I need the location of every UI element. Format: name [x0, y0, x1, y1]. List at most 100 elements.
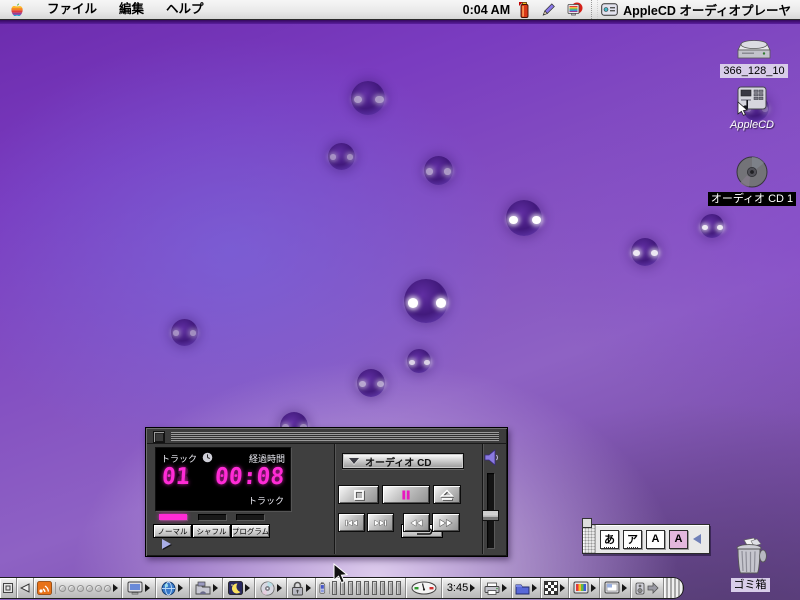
palette-collapse-icon[interactable]: [693, 534, 701, 544]
file-sharing-icon: [195, 581, 211, 595]
shared-folder-module[interactable]: [512, 578, 541, 598]
internet-module[interactable]: [156, 578, 190, 598]
color-depth-module[interactable]: [569, 578, 600, 598]
resolution-module[interactable]: [600, 578, 631, 598]
menu-edit[interactable]: 編集: [108, 0, 155, 19]
lcd-display: トラック 経過時間 88 01 88:88 00:08 トラック: [155, 447, 291, 511]
lcd-track-number: 01: [161, 464, 191, 490]
desktop-pattern-module[interactable]: [541, 578, 570, 598]
close-box-icon[interactable]: [153, 431, 165, 443]
module-arrow-icon: [213, 584, 218, 592]
cd-icon: [260, 581, 275, 596]
module-arrow-icon: [306, 584, 311, 592]
trash-label: ゴミ箱: [731, 578, 770, 592]
hard-drive-icon: [736, 38, 772, 62]
halfwidth-roman-button[interactable]: A: [669, 530, 688, 549]
normal-mode-button[interactable]: ノーマル: [153, 524, 192, 538]
menu-help[interactable]: ヘルプ: [155, 0, 215, 19]
titlebar-stripes: [171, 432, 499, 441]
fast-forward-button[interactable]: [432, 513, 460, 532]
hiragana-mode-button[interactable]: あ: [600, 530, 619, 549]
application-menu[interactable]: AppleCD オーディオプレーヤ: [601, 0, 800, 19]
battery-monitor-module[interactable]: [316, 578, 406, 598]
monitors-menu-icon[interactable]: [566, 2, 583, 18]
desktop-icon-audio-cd[interactable]: オーディオ CD 1: [714, 156, 790, 206]
pause-icon: [400, 489, 412, 501]
katakana-mode-button[interactable]: ア: [623, 530, 642, 549]
volume-slider-thumb[interactable]: [482, 510, 499, 521]
globe-icon: [161, 581, 176, 596]
eject-icon: [440, 489, 454, 501]
energy-saver-module[interactable]: [223, 578, 255, 598]
cd-player-app-icon: [601, 3, 618, 16]
stop-button[interactable]: [338, 485, 379, 504]
resolution-monitor-icon: [604, 581, 620, 595]
palette-drag-handle[interactable]: [583, 525, 596, 553]
module-arrow-icon: [113, 584, 118, 592]
module-arrow-icon: [560, 584, 565, 592]
control-strip-end-tab[interactable]: [664, 578, 683, 598]
panel-divider: [334, 444, 335, 554]
rewind-button[interactable]: [403, 513, 430, 532]
sound-module[interactable]: [631, 578, 664, 598]
palette-close-box[interactable]: [582, 518, 592, 528]
battery-menu-icon[interactable]: [519, 2, 530, 18]
folder-icon: [515, 582, 530, 595]
desktop-icon-hard-drive[interactable]: 366_128_10: [726, 38, 782, 78]
apple-menu-icon[interactable]: [10, 2, 24, 18]
wallpaper-bubble: [351, 81, 385, 115]
menu-file[interactable]: ファイル: [36, 0, 108, 19]
speaker-icon: [483, 449, 501, 466]
trash-icon: [728, 538, 772, 576]
player-title-bar[interactable]: [147, 429, 506, 444]
fast-forward-icon: [439, 518, 453, 528]
wallpaper-bubble: [506, 200, 542, 236]
wallpaper-bubble: [631, 238, 659, 266]
eject-button[interactable]: [433, 485, 461, 504]
wallpaper-bubble: [700, 214, 724, 238]
pause-button[interactable]: [382, 485, 430, 504]
strip-collapse-button[interactable]: [17, 578, 34, 598]
fullwidth-roman-button[interactable]: A: [646, 530, 665, 549]
arrow-left-icon: [20, 583, 30, 593]
module-arrow-icon: [622, 584, 627, 592]
disclosure-triangle[interactable]: [162, 539, 171, 549]
application-menu-label: AppleCD オーディオプレーヤ: [623, 0, 791, 19]
printer-icon: [484, 582, 500, 595]
stop-icon: [353, 489, 365, 501]
wallpaper-bubble: [404, 279, 448, 323]
lcd-elapsed-time: 00:08: [214, 464, 285, 490]
shuffle-mode-button[interactable]: シャフル: [192, 524, 231, 538]
sound-volume-module[interactable]: [34, 578, 122, 598]
program-mode-indicator: [236, 514, 264, 520]
menubar-clock[interactable]: 0:04 AM: [463, 3, 510, 17]
display-settings-module[interactable]: [122, 578, 156, 598]
wallpaper-bubble: [357, 369, 385, 397]
chevron-down-icon: [349, 458, 359, 464]
program-mode-button[interactable]: プログラム: [231, 524, 270, 538]
desktop-icon-applecd-alias[interactable]: AppleCD: [724, 84, 780, 132]
previous-track-button[interactable]: [338, 513, 365, 532]
performance-gauge-module[interactable]: [406, 578, 443, 598]
module-arrow-icon: [277, 584, 282, 592]
security-module[interactable]: [287, 578, 316, 598]
control-strip-tab[interactable]: [0, 578, 17, 598]
strip-time: 3:45: [447, 582, 468, 594]
source-dropdown-value: オーディオ CD: [365, 454, 432, 469]
cd-strip-module[interactable]: [255, 578, 287, 598]
file-sharing-module[interactable]: [190, 578, 224, 598]
shuffle-mode-indicator: [198, 514, 226, 520]
next-track-button[interactable]: [367, 513, 394, 532]
source-dropdown[interactable]: オーディオ CD: [342, 453, 464, 469]
trash[interactable]: ゴミ箱: [722, 538, 778, 592]
audio-cd-label: オーディオ CD 1: [708, 192, 796, 206]
printer-module[interactable]: [481, 578, 512, 598]
module-arrow-icon: [591, 584, 596, 592]
pencil-input-menu-icon[interactable]: [540, 2, 556, 18]
hard-drive-label: 366_128_10: [720, 64, 787, 78]
wallpaper-bubble: [328, 143, 355, 170]
battery-icon: [319, 580, 326, 596]
lcd-bottom-label: トラック: [248, 494, 284, 507]
clock-strip-module[interactable]: 3:45: [442, 578, 480, 598]
applecd-player-window: トラック 経過時間 88 01 88:88 00:08 トラック ノーマル シャ…: [145, 427, 508, 557]
